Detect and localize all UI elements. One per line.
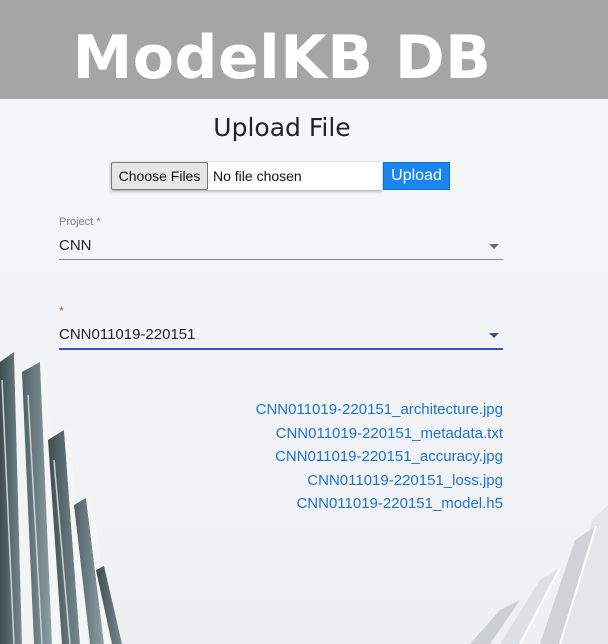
model-select[interactable]: * CNN011019-220151: [59, 304, 503, 352]
upload-heading: Upload File: [213, 113, 351, 142]
upload-button[interactable]: Upload: [383, 162, 450, 190]
file-input[interactable]: Choose Files No file chosen: [111, 162, 382, 190]
project-select-underline: [59, 259, 503, 260]
choose-files-button[interactable]: Choose Files: [111, 162, 208, 190]
project-select-value: CNN: [59, 237, 92, 254]
file-link-architecture[interactable]: CNN011019-220151_architecture.jpg: [200, 398, 503, 422]
project-select-label: Project *: [59, 216, 101, 228]
file-link-accuracy[interactable]: CNN011019-220151_accuracy.jpg: [200, 445, 503, 469]
model-select-underline: [59, 348, 503, 350]
project-select[interactable]: Project * CNN: [59, 215, 503, 261]
file-link-loss[interactable]: CNN011019-220151_loss.jpg: [200, 469, 503, 493]
file-status-text: No file chosen: [213, 168, 302, 184]
model-select-label: *: [59, 304, 64, 318]
file-link-model[interactable]: CNN011019-220151_model.h5: [200, 492, 503, 516]
app-title: ModelKB DB: [72, 23, 492, 93]
header-banner: ModelKB DB: [0, 0, 608, 99]
dropdown-arrow-icon[interactable]: [489, 244, 499, 249]
upload-row: Choose Files No file chosen Upload: [111, 162, 450, 190]
file-link-metadata[interactable]: CNN011019-220151_metadata.txt: [200, 422, 503, 446]
file-list: CNN011019-220151_architecture.jpg CNN011…: [200, 398, 503, 516]
dropdown-arrow-icon[interactable]: [489, 333, 499, 338]
model-select-value: CNN011019-220151: [59, 326, 196, 343]
